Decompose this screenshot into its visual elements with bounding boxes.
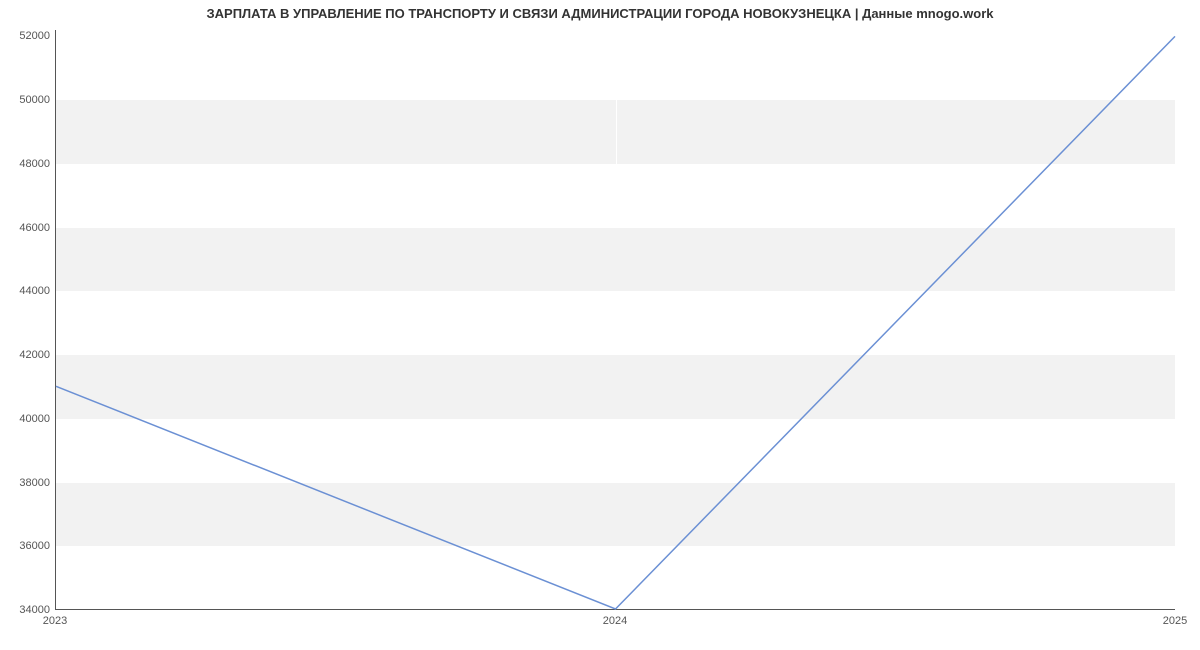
x-tick-label: 2023 (43, 615, 67, 627)
line-series (56, 30, 1175, 609)
y-tick-label: 38000 (5, 477, 50, 489)
y-tick-label: 40000 (5, 413, 50, 425)
y-tick-label: 46000 (5, 222, 50, 234)
y-tick-label: 36000 (5, 540, 50, 552)
chart-container: ЗАРПЛАТА В УПРАВЛЕНИЕ ПО ТРАНСПОРТУ И СВ… (0, 0, 1200, 650)
plot-area (55, 30, 1175, 610)
y-tick-label: 42000 (5, 349, 50, 361)
y-tick-label: 44000 (5, 285, 50, 297)
y-tick-label: 52000 (5, 30, 50, 42)
x-tick-label: 2025 (1163, 615, 1187, 627)
x-tick-label: 2024 (603, 615, 627, 627)
y-tick-label: 48000 (5, 158, 50, 170)
y-tick-label: 50000 (5, 94, 50, 106)
chart-title: ЗАРПЛАТА В УПРАВЛЕНИЕ ПО ТРАНСПОРТУ И СВ… (0, 6, 1200, 21)
